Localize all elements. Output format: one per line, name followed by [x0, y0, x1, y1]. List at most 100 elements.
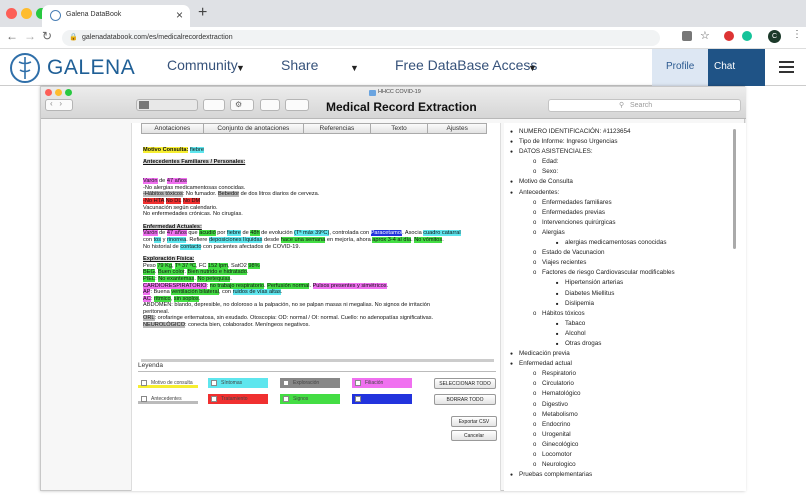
medical-record-text[interactable]: Motivo Consulta: fiebre Antecedentes Fam… [143, 147, 493, 357]
share-dropdown-icon[interactable]: ▼ [350, 63, 359, 73]
legend-item[interactable]: Exploración [280, 378, 340, 388]
tree-item[interactable]: Hematológico [510, 389, 675, 399]
brand-name[interactable]: GALENA [47, 56, 135, 80]
tree-item[interactable]: Enfermedades previas [510, 208, 675, 218]
search-input[interactable]: ⚲ Search [548, 99, 741, 112]
tree-item[interactable]: Otras drogas [510, 339, 675, 349]
minimize-window-icon[interactable] [21, 8, 32, 19]
legend-item[interactable] [352, 394, 412, 404]
tree-item[interactable]: Metabolismo [510, 410, 675, 420]
legend-label: Exploración [293, 380, 320, 386]
tree-item[interactable]: Sexo: [510, 167, 675, 177]
nav-free-database-access[interactable]: Free DataBase Access [395, 57, 537, 73]
tree-item[interactable]: NUMERO IDENTIFICACIÓN: #1123654 [510, 127, 675, 137]
tab-texto[interactable]: Texto [371, 124, 429, 133]
free-access-dropdown-icon[interactable]: ▼ [528, 63, 537, 73]
profile-avatar[interactable]: C [768, 30, 781, 43]
tree-item[interactable]: Tipo de Informe: Ingreso Urgencias [510, 137, 675, 147]
tree-item[interactable]: Endocrino [510, 420, 675, 430]
legend-item[interactable]: Antecedentes [138, 394, 198, 404]
galena-logo-icon[interactable] [9, 52, 41, 84]
community-dropdown-icon[interactable]: ▼ [236, 63, 245, 73]
tree-item[interactable]: Tabaco [510, 319, 675, 329]
view-mode-buttons[interactable] [136, 99, 198, 111]
back-forward-buttons[interactable]: ‹ › [45, 99, 73, 111]
legend-checkbox[interactable] [141, 396, 147, 402]
nav-community[interactable]: Community [167, 57, 238, 73]
tab-referencias[interactable]: Referencias [304, 124, 371, 133]
tree-item[interactable]: Respiratorio [510, 369, 675, 379]
tree-item[interactable]: Enfermedad actual [510, 359, 675, 369]
close-window-icon[interactable] [6, 8, 17, 19]
tree-item[interactable]: Neurologico [510, 460, 675, 470]
share-icon[interactable] [260, 99, 280, 111]
legend-item[interactable]: Signos [280, 394, 340, 404]
tree-item[interactable]: Intervenciones quirúrgicas [510, 218, 675, 228]
clear-all-button[interactable]: BORRAR TODO [434, 394, 496, 405]
tree-item[interactable]: Motivo de Consulta [510, 177, 675, 187]
legend-checkbox[interactable] [355, 380, 361, 386]
tree-item[interactable]: Factores de riesgo Cardiovascular modifi… [510, 268, 675, 278]
grammarly-icon[interactable] [742, 31, 752, 41]
tree-item[interactable]: Medicación previa [510, 349, 675, 359]
hamburger-menu-icon[interactable] [779, 61, 794, 73]
tree-item[interactable]: Viajes recientes [510, 258, 675, 268]
chat-button[interactable]: Chat [708, 49, 765, 86]
tree-item[interactable]: Alcohol [510, 329, 675, 339]
forward-icon[interactable]: → [24, 29, 36, 43]
grid-view-icon[interactable] [139, 101, 149, 109]
cancel-button[interactable]: Cancelar [451, 430, 497, 441]
tree-item[interactable]: alergias medicamentosas conocidas [510, 238, 675, 248]
bookmark-star-icon[interactable]: ☆ [700, 29, 710, 42]
tree-item[interactable]: Antecedentes: [510, 188, 675, 198]
legend-checkbox[interactable] [283, 380, 289, 386]
tree-item[interactable]: Pruebas complementarias [510, 470, 675, 480]
translate-icon[interactable] [682, 31, 692, 41]
tree-item[interactable]: Estado de Vacunacion [510, 248, 675, 258]
tab-ajustes[interactable]: Ajustes [428, 124, 486, 133]
tree-item[interactable]: Dislipemia [510, 299, 675, 309]
legend-checkbox[interactable] [211, 396, 217, 402]
legend-item[interactable]: Filiación [352, 378, 412, 388]
tab-conjunto-de-anotaciones[interactable]: Conjunto de anotaciones [204, 124, 305, 133]
app-zoom-icon[interactable] [65, 89, 72, 96]
tree-item[interactable]: Ginecológico [510, 440, 675, 450]
new-tab-icon[interactable]: + [198, 4, 207, 22]
extension-icon[interactable] [724, 31, 734, 41]
group-menu-icon[interactable] [203, 99, 225, 111]
legend-checkbox[interactable] [355, 396, 361, 402]
tab-close-icon[interactable]: × [176, 8, 183, 22]
tree-item[interactable]: Alergias [510, 228, 675, 238]
tree-item[interactable]: Enfermedades familiares [510, 198, 675, 208]
legend-checkbox[interactable] [283, 396, 289, 402]
tree-item[interactable]: Circulatorio [510, 379, 675, 389]
legend-item[interactable]: Tratamiento [208, 394, 268, 404]
back-icon[interactable]: ← [6, 29, 18, 43]
tab-anotaciones[interactable]: Anotaciones [142, 124, 204, 133]
browser-tab[interactable]: Galena DataBook × [42, 5, 190, 27]
legend-item[interactable]: Síntomas [208, 378, 268, 388]
tree-scrollbar[interactable] [733, 129, 736, 249]
tree-item[interactable]: Hipertensión arterias [510, 278, 675, 288]
app-minimize-icon[interactable] [55, 89, 62, 96]
legend-item[interactable]: Motivo de consulta [138, 378, 198, 388]
legend-checkbox[interactable] [211, 380, 217, 386]
tree-item[interactable]: Digestivo [510, 400, 675, 410]
settings-gear-icon[interactable]: ⚙ [230, 99, 254, 111]
select-all-button[interactable]: SELECCIONAR TODO [434, 378, 496, 389]
nav-share[interactable]: Share [281, 57, 318, 73]
tree-item[interactable]: Urogenital [510, 430, 675, 440]
address-bar[interactable]: 🔒 galenadatabook.com/es/medicalrecordext… [62, 30, 660, 46]
tree-item[interactable]: Edad: [510, 157, 675, 167]
reload-icon[interactable]: ↻ [42, 29, 52, 43]
legend-checkbox[interactable] [141, 380, 147, 386]
profile-button[interactable]: Profile [652, 49, 708, 86]
browser-menu-icon[interactable]: ⋮ [792, 29, 802, 40]
app-close-icon[interactable] [45, 89, 52, 96]
tree-item[interactable]: Locomotor [510, 450, 675, 460]
tag-icon[interactable] [285, 99, 309, 111]
tree-item[interactable]: Hábitos tóxicos [510, 309, 675, 319]
export-csv-button[interactable]: Exportar CSV [451, 416, 497, 427]
tree-item[interactable]: DATOS ASISTENCIALES: [510, 147, 675, 157]
tree-item[interactable]: Diabetes Miellitus [510, 289, 675, 299]
